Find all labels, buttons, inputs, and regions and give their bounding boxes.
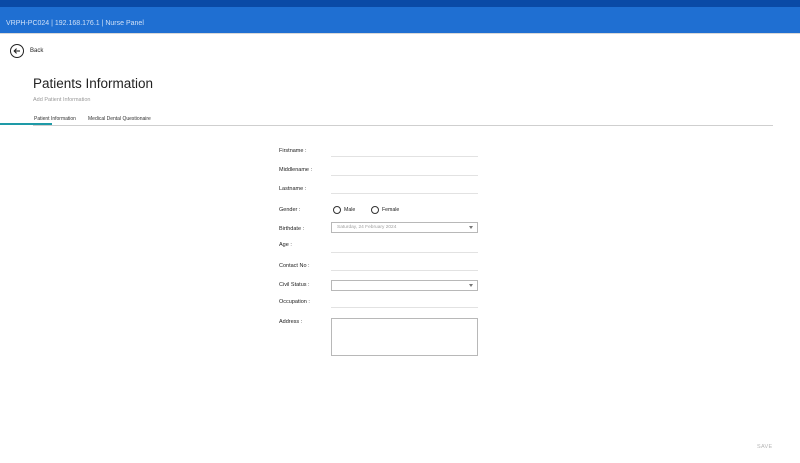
page-title: Patients Information <box>33 76 154 91</box>
gender-label: Gender : <box>279 207 301 213</box>
tab-bar-divider <box>33 125 773 126</box>
back-button[interactable]: Back <box>10 43 43 59</box>
window-titlebar: VRPH-PC024 | 192.168.176.1 | Nurse Panel <box>0 7 800 33</box>
occupation-label: Occupation : <box>279 299 310 305</box>
page-subtitle: Add Patient Information <box>33 97 91 103</box>
gender-radio-female[interactable]: Female <box>371 206 399 214</box>
lastname-label: Lastname : <box>279 186 307 192</box>
window-title: VRPH-PC024 | 192.168.176.1 | Nurse Panel <box>6 20 144 27</box>
contact-label: Contact No : <box>279 263 310 269</box>
lastname-field[interactable] <box>331 193 478 194</box>
chevron-down-icon <box>469 284 473 287</box>
radio-circle-icon <box>371 206 379 214</box>
middlename-label: Middlename : <box>279 167 313 173</box>
gender-radio-male[interactable]: Male <box>333 206 355 214</box>
occupation-field[interactable] <box>331 307 478 308</box>
firstname-field[interactable] <box>331 156 478 157</box>
contact-field[interactable] <box>331 270 478 271</box>
back-label: Back <box>30 48 44 54</box>
birthdate-picker[interactable]: Saturday, 24 February 2024 <box>331 222 478 233</box>
civil-status-select[interactable] <box>331 280 478 291</box>
arrow-left-circle-icon <box>10 44 24 58</box>
middlename-field[interactable] <box>331 175 478 176</box>
birthdate-value: Saturday, 24 February 2024 <box>337 225 397 230</box>
gender-option-label: Female <box>382 207 400 213</box>
address-textarea[interactable] <box>331 318 478 356</box>
radio-circle-icon <box>333 206 341 214</box>
age-field[interactable] <box>331 252 478 253</box>
birthdate-label: Birthdate : <box>279 226 305 232</box>
titlebar-divider <box>0 33 800 34</box>
address-label: Address : <box>279 319 303 325</box>
gender-option-label: Male <box>344 207 356 213</box>
civil-status-label: Civil Status : <box>279 282 310 288</box>
save-button[interactable]: SAVE <box>757 444 772 450</box>
age-label: Age : <box>279 242 292 248</box>
firstname-label: Firstname : <box>279 148 307 154</box>
window-top-strip <box>0 0 800 7</box>
chevron-down-icon <box>469 226 473 229</box>
